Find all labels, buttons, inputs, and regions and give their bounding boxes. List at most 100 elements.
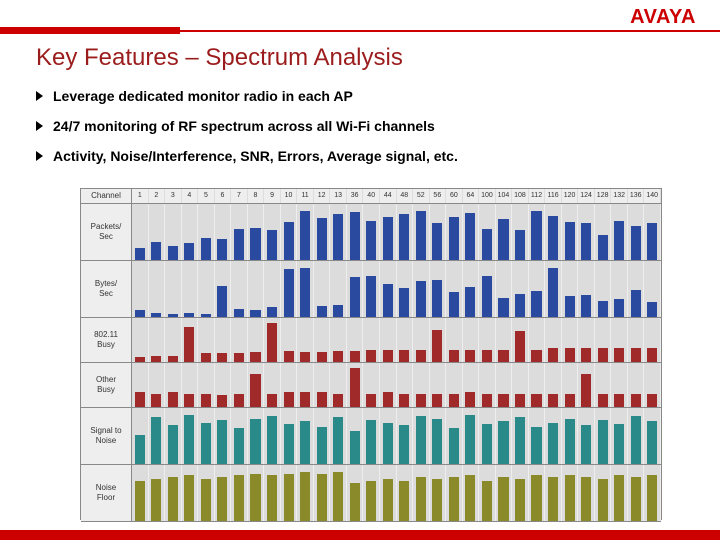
- bar-cell: [182, 318, 199, 362]
- bar-cell: [512, 363, 529, 407]
- bar: [168, 314, 178, 317]
- bar: [548, 394, 558, 407]
- bullet-text: 24/7 monitoring of RF spectrum across al…: [53, 118, 435, 134]
- bar-cell: [363, 363, 380, 407]
- bar: [432, 330, 442, 362]
- channel-header: 9: [264, 189, 281, 203]
- bar: [234, 229, 244, 260]
- bar-cell: [182, 261, 199, 317]
- bar-cell: [479, 408, 496, 464]
- bar: [565, 394, 575, 407]
- bar: [598, 479, 608, 521]
- bar-cell: [463, 204, 480, 260]
- bar: [168, 392, 178, 407]
- bar-cell: [545, 204, 562, 260]
- bar: [267, 307, 277, 317]
- bar-cell: [430, 204, 447, 260]
- bar-cell: [380, 408, 397, 464]
- bar-cell: [397, 363, 414, 407]
- bar: [647, 475, 657, 521]
- spectrum-chart: Channel123456789101112133640444852566064…: [80, 188, 662, 520]
- chart-row: Packets/Sec98: [81, 204, 661, 261]
- bar-cell: [330, 408, 347, 464]
- bar: [383, 217, 393, 260]
- bar: [498, 219, 508, 260]
- bar: [234, 353, 244, 362]
- bar-cell: [578, 261, 595, 317]
- bar: [498, 421, 508, 464]
- bar-cell: [198, 261, 215, 317]
- channel-header: 112: [529, 189, 546, 203]
- bar: [399, 214, 409, 260]
- bar: [151, 242, 161, 260]
- bar: [333, 417, 343, 464]
- bar-cell: [380, 465, 397, 521]
- bar: [135, 357, 145, 362]
- bar-cell: [512, 204, 529, 260]
- bar: [432, 280, 442, 317]
- bar-cell: [611, 204, 628, 260]
- bar-cell: [413, 318, 430, 362]
- row-bars: [132, 465, 661, 521]
- bar-cell: [628, 363, 645, 407]
- bar: [234, 309, 244, 317]
- bar-cell: [545, 363, 562, 407]
- bar-cell: [562, 465, 579, 521]
- bar-cell: [248, 261, 265, 317]
- bar-cell: [297, 363, 314, 407]
- chart-row: Signal toNoise: [81, 408, 661, 465]
- bar-cell: [496, 408, 513, 464]
- bar: [581, 348, 591, 362]
- bar-cell: [397, 318, 414, 362]
- row-bars: 736: [132, 261, 661, 317]
- bar-cell: [578, 408, 595, 464]
- channel-header: 128: [595, 189, 612, 203]
- bar-cell: [578, 318, 595, 362]
- bar-cell: [595, 261, 612, 317]
- bar: [317, 352, 327, 362]
- bar-cell: [628, 261, 645, 317]
- row-label: OtherBusy: [81, 363, 132, 407]
- bar-cell: [314, 204, 331, 260]
- bar-cell: [149, 204, 166, 260]
- bar-cell: [512, 318, 529, 362]
- chart-row: Bytes/Sec736: [81, 261, 661, 318]
- bar-cell: [595, 363, 612, 407]
- bar-cell: [314, 408, 331, 464]
- bar-cell: [198, 204, 215, 260]
- bar: [465, 213, 475, 260]
- bar: [647, 421, 657, 464]
- bar-cell: [215, 318, 232, 362]
- bar-cell: [430, 318, 447, 362]
- bar: [350, 212, 360, 260]
- bar: [284, 351, 294, 362]
- bar-cell: [644, 318, 661, 362]
- bar: [498, 477, 508, 521]
- bar-cell: [248, 465, 265, 521]
- bullet-item: Leverage dedicated monitor radio in each…: [36, 88, 684, 104]
- bar-cell: [248, 318, 265, 362]
- bar: [531, 394, 541, 407]
- bar: [267, 416, 277, 464]
- bar-cell: [496, 261, 513, 317]
- channel-header: 124: [578, 189, 595, 203]
- bar: [300, 268, 310, 317]
- bar-cell: [496, 204, 513, 260]
- bar: [135, 481, 145, 521]
- bar: [647, 223, 657, 260]
- bar: [250, 352, 260, 362]
- bar: [432, 479, 442, 521]
- bar-cell: [430, 408, 447, 464]
- bar-cell: [132, 261, 149, 317]
- bar: [267, 394, 277, 407]
- bar: [614, 394, 624, 407]
- bar-cell: [644, 408, 661, 464]
- bar: [317, 306, 327, 317]
- row-bars: [132, 408, 661, 464]
- bar: [250, 228, 260, 260]
- bar: [300, 352, 310, 362]
- bar: [631, 226, 641, 260]
- bar: [184, 415, 194, 464]
- bar: [465, 287, 475, 317]
- bar: [531, 350, 541, 362]
